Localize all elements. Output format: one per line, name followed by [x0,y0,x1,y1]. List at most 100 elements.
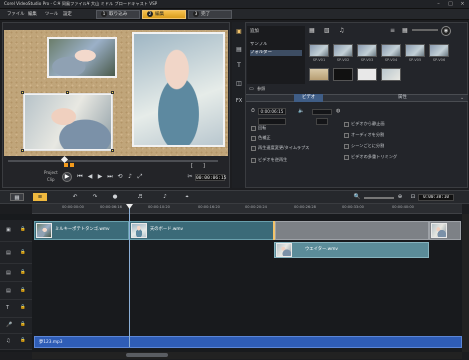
library-thumbnail[interactable] [333,44,353,57]
auto-music-icon[interactable]: ♪ [160,193,170,201]
minimize-button[interactable]: – [434,1,443,7]
menu-edit[interactable]: 編集 [28,11,37,17]
home-icon[interactable]: ⏮ [76,173,84,181]
library-thumbnail[interactable] [381,44,401,57]
option-color-correction[interactable]: 色補正 [251,134,271,141]
media-icon[interactable]: ▣ [235,28,243,36]
reverse-checkbox[interactable] [251,157,256,163]
mute-icon[interactable]: ◍ [336,108,340,114]
option-split-audio[interactable]: オーディオを分割 [344,131,384,138]
option-snapshot[interactable]: ビデオから静止画 [344,120,385,127]
scrollbar-thumb[interactable] [126,353,168,357]
tab-attribute[interactable]: 属性 [398,94,407,102]
end-icon[interactable]: ⏭ [106,173,114,181]
resize-handle[interactable] [66,91,69,94]
voice-track-icon[interactable]: 🎤 [6,322,12,328]
menu-file[interactable]: ファイル [7,11,25,17]
tree-item-sample[interactable]: サンプル [250,42,267,48]
lock-icon[interactable]: 🔒 [20,288,26,293]
trim-marker-in[interactable] [64,163,68,167]
play-button[interactable]: ▶ [62,172,72,182]
lock-icon[interactable]: 🔒 [20,305,26,310]
timeline-clip-gap[interactable] [275,221,429,240]
option-rotate[interactable]: 回転 [251,124,266,131]
library-thumbnail[interactable] [357,44,377,57]
fit-project-icon[interactable]: ⊡ [408,193,418,201]
tab-video[interactable]: ビデオ [294,94,324,102]
title-icon[interactable]: T [235,62,243,70]
redo-icon[interactable]: ↷ [90,193,100,201]
overlay-track-icon[interactable]: ▤ [6,270,11,276]
lock-icon[interactable]: 🔒 [20,338,26,343]
fade-in-field[interactable] [316,118,328,125]
video-track-icon[interactable]: ▣ [6,227,11,233]
timeline-playhead[interactable] [129,205,130,347]
maximize-button[interactable]: □ [446,1,455,7]
overlay-photo-2[interactable] [132,32,225,147]
timeline-clip-audio[interactable]: 夢123.mp3 [34,336,462,348]
close-button[interactable]: × [458,1,467,7]
music-track-icon[interactable]: ♫ [6,338,10,344]
overlay-track-icon[interactable]: ▤ [6,250,11,256]
timeline-clip-video2[interactable]: 天のボード.wmv [129,221,274,240]
overlay-photo-1[interactable] [47,37,117,78]
overlay-track-icon[interactable]: ▤ [6,288,11,294]
project-mode-label[interactable]: Project [44,170,58,175]
menu-settings[interactable]: 設定 [63,11,72,17]
enlarge-icon[interactable]: ⤢ [136,173,144,181]
resize-handle[interactable] [21,91,24,94]
zoom-out-icon[interactable]: 🔍 [352,193,362,201]
zoom-in-icon[interactable]: ⊕ [395,193,405,201]
timeline-view-icon[interactable]: ≡ [33,193,47,201]
timeline-horizontal-scrollbar[interactable] [32,352,462,359]
lock-icon[interactable]: 🔒 [20,270,26,275]
library-thumbnail[interactable] [381,68,401,81]
add-folder-button[interactable]: 追加 [250,28,259,34]
record-capture-icon[interactable]: ● [110,193,120,201]
menu-tools[interactable]: ツール [45,11,58,17]
storyboard-view-icon[interactable]: ▦ [10,193,24,201]
zoom-slider[interactable] [364,197,394,199]
mark-out-button[interactable]: ] [203,163,205,169]
motion-tracking-icon[interactable]: ⌖ [182,193,192,201]
trim-marker-out[interactable] [70,163,74,167]
timeline-clip-overlay[interactable]: ウエイター.wmv [274,242,429,258]
filter-icon[interactable]: FX [235,97,243,105]
player-timecode[interactable]: 00:00:06:15 [195,174,226,181]
volume-icon[interactable]: ♪ [126,173,134,181]
mark-in-button[interactable]: [ [191,163,193,169]
library-thumbnail[interactable] [309,68,329,81]
list-view-icon[interactable]: ≡ [390,27,398,35]
step-edit[interactable]: 2 編集 [142,10,186,19]
collapse-options-icon[interactable]: ⌄ [460,95,464,101]
resize-handle[interactable] [111,91,114,94]
media-filter-photo-icon[interactable]: ▧ [324,27,332,35]
duration-field[interactable]: 0:00:06:15 [258,108,286,115]
clip-mode-label[interactable]: Clip [47,177,55,182]
sound-mixer-icon[interactable]: ♬ [135,193,145,201]
timeline-clip-end[interactable] [429,221,461,240]
library-thumbnail[interactable] [429,44,449,57]
option-split-scene[interactable]: シーンごとに分割 [344,142,384,149]
undo-icon[interactable]: ↶ [70,193,80,201]
preview-canvas[interactable] [4,30,228,156]
library-thumbnail[interactable] [405,44,425,57]
resize-handle[interactable] [111,149,114,152]
option-speed-timelapse[interactable]: 再生速度変更/タイムラプス [251,144,309,151]
timeline-vertical-scrollbar[interactable] [462,214,469,352]
step-capture[interactable]: 1 取り込み [96,10,140,19]
import-media-icon[interactable]: ◉ [441,26,451,36]
browse-button[interactable]: 参照 [257,86,265,92]
title-track-icon[interactable]: T [6,305,9,311]
thumbnail-view-icon[interactable]: ▦ [402,27,410,35]
library-thumbnail[interactable] [333,68,353,81]
thumbnail-size-slider[interactable] [412,29,438,31]
media-filter-audio-icon[interactable]: ♫ [339,27,347,35]
lock-icon[interactable]: 🔒 [20,227,26,232]
scrub-bar[interactable] [8,160,218,162]
tree-item-folder[interactable]: フォルダー [250,50,302,56]
volume-field[interactable] [312,109,332,115]
timeline-clip-video1[interactable]: ミルキーポテトタンゴ.wmv [34,221,129,240]
media-filter-video-icon[interactable]: ▦ [309,27,317,35]
folder-icon[interactable]: ▭ [249,86,254,92]
